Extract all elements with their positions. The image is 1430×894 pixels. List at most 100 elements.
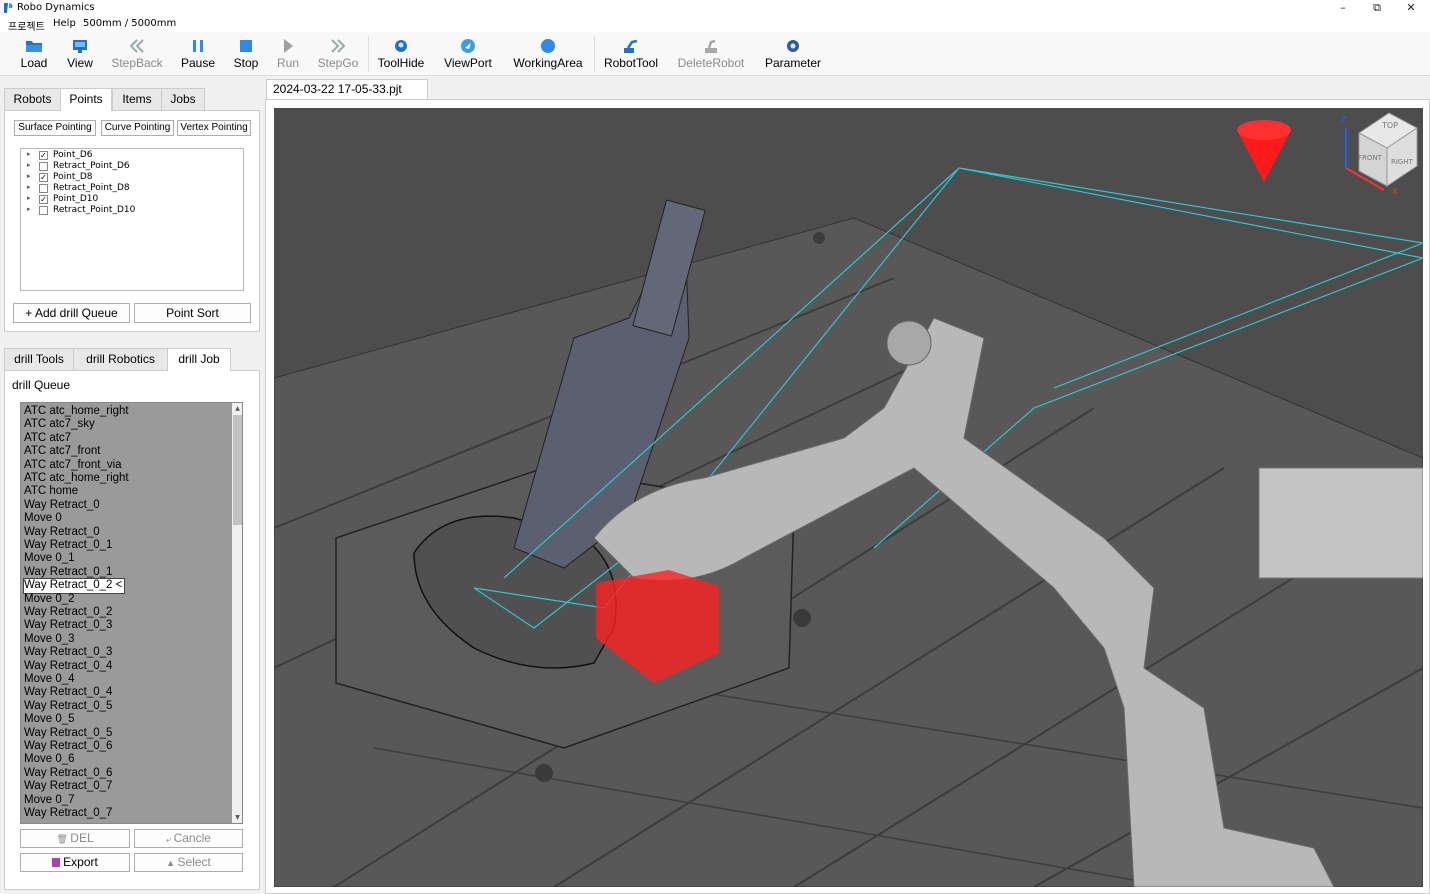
expand-arrow-icon[interactable]: ▸	[27, 205, 31, 213]
curve-pointing-button[interactable]: Curve Pointing	[101, 120, 174, 136]
minimize-button[interactable]: –	[1326, 0, 1360, 17]
queue-item[interactable]: Way Retract_0_1	[24, 566, 112, 579]
scroll-up-icon[interactable]: ▲	[232, 403, 242, 414]
tree-item[interactable]: ▸ Retract_Point_D8	[21, 183, 241, 194]
tree-item[interactable]: ▸ ✓ Point_D6	[21, 150, 241, 161]
queue-item[interactable]: Way Retract_0_6	[24, 740, 112, 753]
tab-drill-job[interactable]: drill Job	[167, 348, 231, 371]
expand-arrow-icon[interactable]: ▸	[27, 183, 31, 191]
scroll-thumb[interactable]	[233, 415, 242, 525]
expand-arrow-icon[interactable]: ▸	[27, 172, 31, 180]
queue-item[interactable]: Way Retract_0_7	[24, 780, 112, 793]
queue-item[interactable]: Move 0_4	[24, 673, 75, 686]
expand-arrow-icon[interactable]: ▸	[27, 161, 31, 169]
queue-item[interactable]: Way Retract_0_3	[24, 646, 112, 659]
add-drill-queue-button[interactable]: + Add drill Queue	[13, 303, 130, 323]
maximize-button[interactable]: ⧉	[1360, 0, 1394, 17]
run-button[interactable]: Run	[272, 34, 304, 74]
queue-item[interactable]: Way Retract_0_4	[24, 686, 112, 699]
queue-item[interactable]: ATC home	[24, 485, 78, 498]
app-logo-icon	[4, 3, 13, 13]
close-button[interactable]: ✕	[1394, 0, 1428, 17]
scene-canvas[interactable]: TOP FRONT RIGHT Z X	[274, 108, 1423, 887]
expand-arrow-icon[interactable]: ▸	[27, 194, 31, 202]
queue-item[interactable]: Way Retract_0	[24, 499, 100, 512]
point-sort-button[interactable]: Point Sort	[134, 303, 251, 323]
queue-item[interactable]: Move 0_1	[24, 552, 75, 565]
tab-drill-robotics[interactable]: drill Robotics	[73, 348, 168, 370]
point-checkbox[interactable]	[39, 184, 48, 193]
tab-items[interactable]: Items	[112, 88, 162, 110]
queue-item[interactable]: Move 0_2	[24, 593, 75, 606]
title-bar: Robo Dynamics – ⧉ ✕	[0, 0, 1430, 17]
menu-project[interactable]: 프로젝트	[8, 18, 45, 33]
queue-item[interactable]: ATC atc_home_right	[24, 472, 129, 485]
queue-item[interactable]: Way Retract_0_2 <	[22, 578, 126, 594]
viewcube-top-label[interactable]: TOP	[1381, 121, 1398, 130]
menu-help[interactable]: Help	[53, 18, 76, 29]
queue-item[interactable]: ATC atc7_front	[24, 445, 101, 458]
queue-item[interactable]: Way Retract_0_2	[24, 606, 112, 619]
select-button[interactable]: ▲ Select	[134, 853, 243, 872]
queue-item[interactable]: Way Retract_0_3	[24, 619, 112, 632]
queue-item[interactable]: Way Retract_0_5	[24, 700, 112, 713]
queue-item[interactable]: Way Retract_0_7	[24, 807, 112, 820]
tab-robots[interactable]: Robots	[4, 88, 61, 110]
cancel-button[interactable]: ⤶ Cancle	[134, 829, 243, 848]
queue-item[interactable]: Move 0_3	[24, 633, 75, 646]
tree-item[interactable]: ▸ ✓ Point_D8	[21, 172, 241, 183]
3d-viewport[interactable]: TOP FRONT RIGHT Z X	[265, 99, 1430, 894]
load-button[interactable]: Load	[14, 34, 54, 74]
tab-jobs[interactable]: Jobs	[161, 88, 205, 110]
queue-item[interactable]: Move 0	[24, 512, 62, 525]
pause-button[interactable]: Pause	[178, 34, 218, 74]
queue-scrollbar[interactable]: ▲ ▼	[232, 403, 242, 823]
queue-item[interactable]: ATC atc7	[24, 432, 71, 445]
robottool-button[interactable]: RobotTool	[600, 34, 662, 74]
document-tab[interactable]: 2024-03-22 17-05-33.pjt	[266, 79, 428, 99]
left-panel: Robots Points Items Jobs Surface Pointin…	[0, 78, 264, 894]
tree-item[interactable]: ▸ ✓ Point_D10	[21, 194, 241, 205]
parameter-button[interactable]: Parameter	[760, 34, 826, 74]
queue-item[interactable]: Way Retract_0_6	[24, 767, 112, 780]
expand-arrow-icon[interactable]: ▸	[27, 150, 31, 158]
tree-item[interactable]: ▸ Retract_Point_D10	[21, 205, 241, 216]
scroll-down-icon[interactable]: ▼	[232, 812, 242, 823]
del-button[interactable]: 🗑 DEL	[20, 829, 130, 848]
queue-item[interactable]: ATC atc7_sky	[24, 418, 95, 431]
queue-item[interactable]: Way Retract_0_4	[24, 660, 112, 673]
viewport-button[interactable]: ViewPort	[440, 34, 496, 74]
queue-item[interactable]: Way Retract_0_1	[24, 539, 112, 552]
point-checkbox[interactable]: ✓	[39, 151, 48, 160]
view-button[interactable]: View	[60, 34, 100, 74]
surface-pointing-button[interactable]: Surface Pointing	[14, 120, 96, 136]
point-checkbox[interactable]	[39, 206, 48, 215]
tab-drill-tools[interactable]: drill Tools	[4, 348, 74, 370]
workingarea-button[interactable]: WorkingArea	[508, 34, 588, 74]
queue-item[interactable]: Way Retract_0_5	[24, 727, 112, 740]
queue-item[interactable]: ATC atc_home_right	[24, 405, 129, 418]
viewcube-front-label[interactable]: FRONT	[1358, 154, 1383, 162]
toolhide-button[interactable]: ToolHide	[374, 34, 428, 74]
point-checkbox[interactable]: ✓	[39, 173, 48, 182]
tree-item[interactable]: ▸ Retract_Point_D6	[21, 161, 241, 172]
trash-icon: 🗑	[56, 834, 71, 844]
viewcube-right-label[interactable]: RIGHT	[1391, 158, 1414, 166]
point-checkbox[interactable]: ✓	[39, 195, 48, 204]
export-button[interactable]: Export	[20, 853, 130, 872]
deleterobot-button[interactable]: DeleteRobot	[674, 34, 748, 74]
tab-points[interactable]: Points	[60, 88, 112, 111]
stepgo-button[interactable]: StepGo	[314, 34, 362, 74]
cursor-icon: ▲	[166, 858, 178, 868]
stepback-button[interactable]: StepBack	[108, 34, 166, 74]
queue-item[interactable]: Way Retract_0	[24, 526, 100, 539]
vertex-pointing-button[interactable]: Vertex Pointing	[177, 120, 251, 136]
point-checkbox[interactable]	[39, 162, 48, 171]
queue-item[interactable]: Move 0_5	[24, 713, 75, 726]
pause-icon	[193, 40, 203, 52]
queue-item[interactable]: Move 0_7	[24, 794, 75, 807]
queue-item[interactable]: Move 0_6	[24, 753, 75, 766]
stop-button[interactable]: Stop	[228, 34, 264, 74]
queue-item[interactable]: ATC atc7_front_via	[24, 459, 122, 472]
drill-queue-list[interactable]: ▲ ▼ ATC atc_home_right ATC atc7_sky ATC at…	[20, 402, 243, 824]
